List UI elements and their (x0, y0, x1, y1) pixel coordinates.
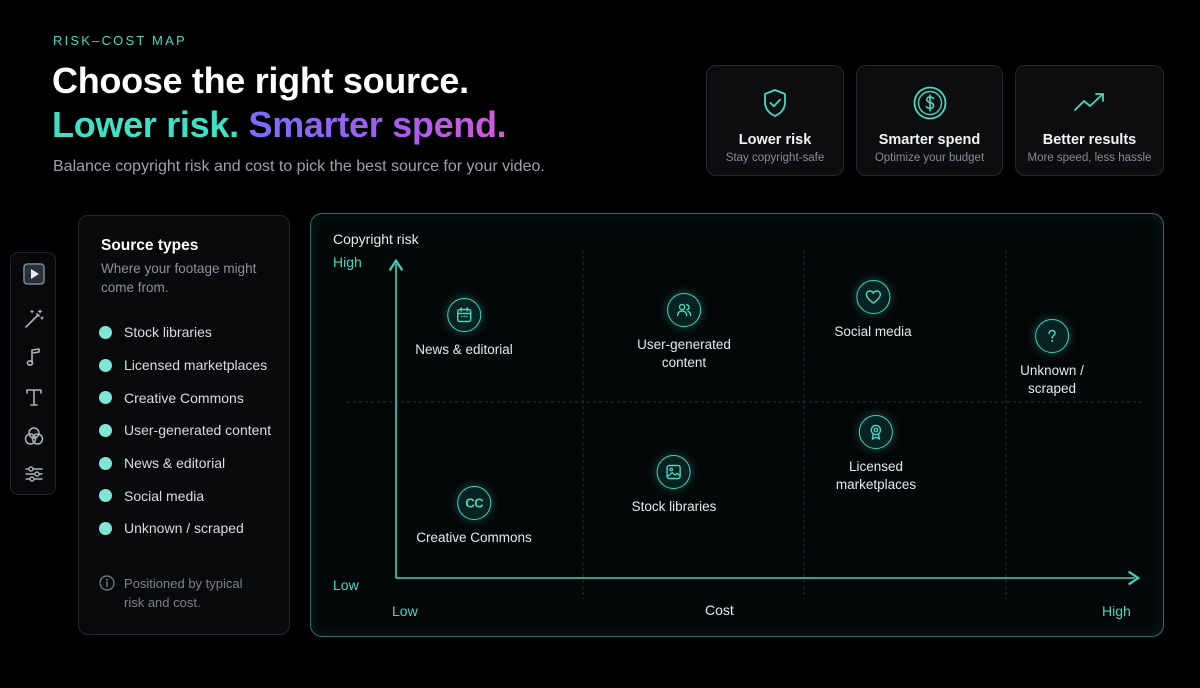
node-label: Creative Commons (416, 530, 532, 545)
legend-item: News & editorial (99, 447, 271, 480)
node-licensed-marketplaces: Licensed marketplaces (836, 415, 916, 494)
benefit-title: Better results (1042, 132, 1137, 148)
x-axis-title: Cost (705, 602, 734, 618)
x-axis-low: Low (392, 603, 418, 619)
benefit-desc: Stay copyright-safe (725, 152, 825, 164)
legend-label: Licensed marketplaces (124, 357, 268, 374)
calendar-icon (446, 298, 481, 332)
music-note-icon[interactable] (22, 345, 46, 369)
legend-item: Creative Commons (99, 381, 271, 414)
benefit-card-lower-risk: Lower risk Stay copyright-safe (706, 65, 844, 176)
node-creative-commons: CC Creative Commons (416, 486, 532, 547)
panel-description: Where your footage might come from. (101, 261, 257, 295)
benefit-desc: More speed, less hassle (1027, 152, 1152, 164)
svg-text:CC: CC (465, 496, 484, 511)
panel-title: Source types (101, 237, 199, 254)
page-tagline: Lower risk. Smarter spend. (52, 104, 507, 146)
trend-up-icon (1073, 93, 1104, 111)
y-axis-high: High (333, 254, 362, 270)
node-label: User-generated content (637, 337, 731, 370)
x-axis-high: High (1102, 603, 1131, 619)
tagline-smarter-spend: Smarter spend. (248, 104, 507, 145)
heart-icon (855, 280, 890, 314)
benefit-card-smarter-spend: Smarter spend Optimize your budget (856, 65, 1003, 176)
legend-dot (99, 358, 112, 372)
legend-dot (99, 423, 112, 437)
y-axis-low: Low (333, 577, 359, 593)
legend-label: News & editorial (124, 455, 226, 472)
node-user-generated: User-generated content (637, 293, 731, 372)
source-types-panel: Source types Where your footage might co… (78, 215, 290, 635)
benefit-title: Lower risk (738, 132, 812, 148)
node-label: Unknown / scraped (1020, 363, 1084, 396)
image-icon (657, 455, 691, 489)
map-grid (347, 250, 1143, 599)
legend-item: Social media (99, 479, 271, 512)
legend-item: Unknown / scraped (99, 512, 271, 545)
info-icon (99, 575, 115, 591)
legend-item: Licensed marketplaces (99, 349, 271, 382)
panel-note: Positioned by typical risk and cost. (99, 574, 264, 612)
sliders-icon[interactable] (22, 462, 46, 486)
eyebrow-label: RISK–COST MAP (53, 33, 187, 48)
benefit-card-better-results: Better results More speed, less hassle (1015, 65, 1164, 176)
tagline-lower-risk: Lower risk. (52, 104, 239, 145)
node-label: News & editorial (415, 342, 513, 357)
note-text: Positioned by typical risk and cost. (124, 576, 243, 610)
node-label: Stock libraries (631, 499, 717, 514)
legend-dot (99, 325, 112, 339)
dollar-coin-icon (913, 86, 946, 120)
question-icon (1034, 319, 1069, 353)
node-social-media: Social media (834, 280, 912, 341)
legend-dot (99, 456, 112, 470)
badge-icon (858, 415, 893, 449)
source-legend: Stock libraries Licensed marketplaces Cr… (99, 316, 271, 545)
y-axis-title: Copyright risk (333, 231, 419, 247)
legend-dot (99, 489, 112, 503)
color-circles-icon[interactable] (22, 424, 46, 448)
legend-label: Stock libraries (124, 324, 212, 341)
node-unknown-scraped: Unknown / scraped (1020, 319, 1084, 398)
page-subtitle: Balance copyright risk and cost to pick … (53, 158, 545, 175)
legend-dot (99, 391, 112, 405)
legend-label: User-generated content (124, 422, 272, 439)
shield-check-icon (764, 89, 786, 117)
cc-icon: CC (456, 486, 491, 520)
node-label: Social media (834, 324, 912, 339)
legend-dot (99, 521, 112, 535)
node-label: Licensed marketplaces (835, 459, 917, 492)
benefit-desc: Optimize your budget (874, 152, 985, 164)
legend-item: Stock libraries (99, 316, 271, 349)
editor-toolbar (10, 252, 56, 495)
legend-item: User-generated content (99, 414, 271, 447)
page-title: Choose the right source. (52, 60, 469, 101)
play-icon[interactable] (22, 262, 46, 286)
node-stock-libraries: Stock libraries (631, 455, 717, 516)
legend-label: Unknown / scraped (124, 520, 244, 537)
users-icon (667, 293, 701, 327)
text-icon[interactable] (22, 385, 46, 409)
benefit-title: Smarter spend (878, 132, 981, 148)
magic-wand-icon[interactable] (22, 307, 46, 331)
risk-cost-map: Copyright risk High Low Low Cost High Ne… (310, 213, 1164, 637)
legend-label: Social media (124, 487, 205, 504)
node-news-editorial: News & editorial (415, 298, 513, 359)
legend-label: Creative Commons (124, 389, 244, 406)
